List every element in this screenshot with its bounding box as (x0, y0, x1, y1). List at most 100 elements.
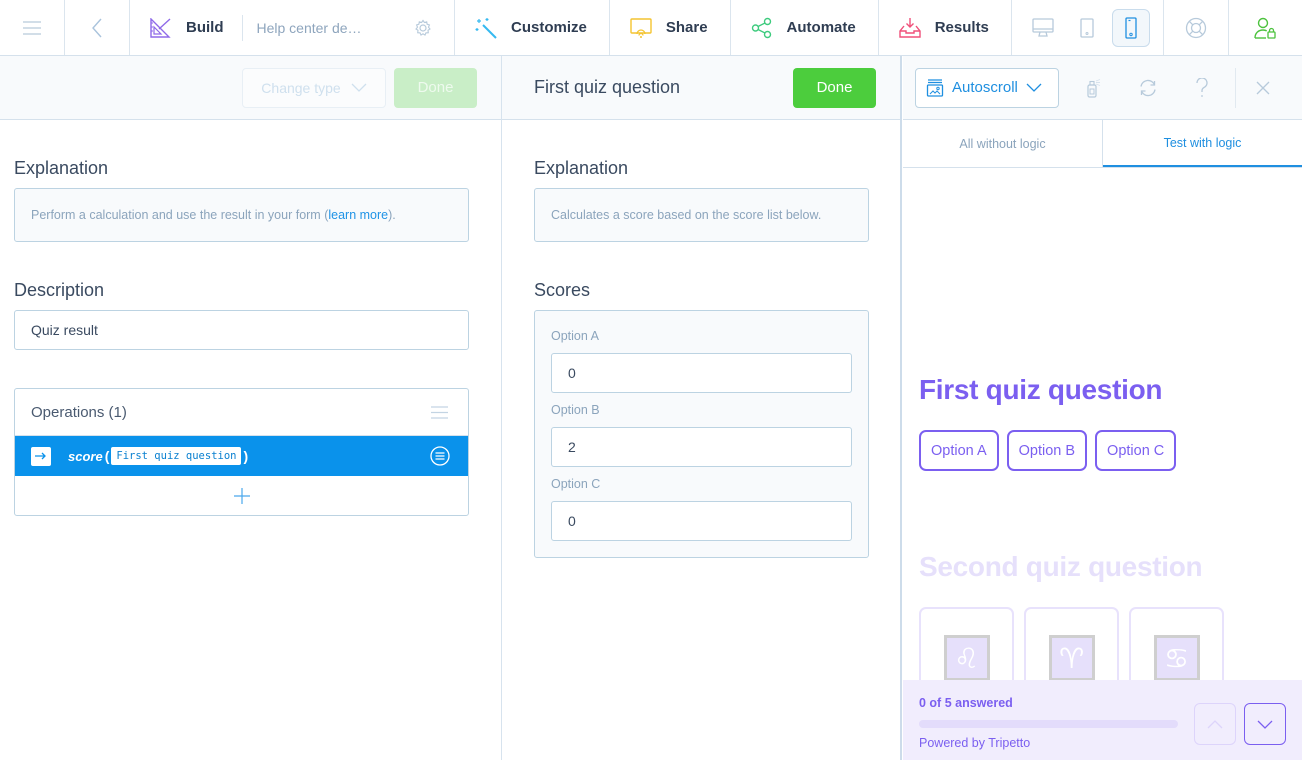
tab-results[interactable]: Results (879, 0, 1012, 55)
close-icon (1256, 81, 1270, 94)
refresh-button[interactable] (1121, 68, 1175, 108)
score-block-panel: First quiz question Done Explanation Cal… (502, 56, 902, 760)
device-phone-button[interactable] (1112, 8, 1151, 47)
hamburger-icon (23, 20, 41, 35)
tab-share-label: Share (665, 19, 708, 36)
operation-argument[interactable]: First quiz question (111, 447, 242, 465)
operation-row[interactable]: score ( First quiz question ) (15, 436, 468, 476)
panel-header: Change type Done (0, 56, 501, 120)
score-input-option-c[interactable]: 0 (551, 501, 852, 541)
back-button[interactable] (65, 0, 130, 55)
tab-test-with-logic[interactable]: Test with logic (1103, 120, 1302, 167)
reset-spray-button[interactable] (1067, 68, 1121, 108)
device-desktop-button[interactable] (1024, 9, 1062, 47)
explanation-text-end: ). (388, 208, 396, 222)
operation-arrow-icon (31, 446, 51, 466)
question-title-inactive: Second quiz question (919, 551, 1203, 582)
spray-can-icon (1087, 78, 1101, 98)
learn-more-link[interactable]: learn more (328, 208, 388, 222)
option-button-a[interactable]: Option A (919, 430, 999, 471)
explanation-box: Calculates a score based on the score li… (534, 188, 869, 242)
inbox-download-icon (899, 17, 921, 38)
powered-by-link[interactable]: Powered by Tripetto (919, 736, 1030, 750)
add-operation-button[interactable] (15, 476, 468, 515)
phone-icon (1125, 16, 1138, 39)
done-button[interactable]: Done (793, 67, 876, 108)
panel-title: First quiz question (534, 77, 681, 97)
progress-bar (919, 720, 1178, 728)
tab-results-label: Results (934, 19, 989, 36)
option-button-b[interactable]: Option B (1006, 430, 1088, 471)
desktop-icon (1032, 17, 1055, 37)
user-lock-icon (1254, 17, 1277, 39)
close-preview-button[interactable] (1236, 68, 1290, 108)
preview-header: Autoscroll (903, 56, 1302, 120)
divider (241, 14, 243, 41)
build-tab-label[interactable]: Build (186, 19, 224, 36)
operations-menu-icon[interactable] (431, 405, 448, 419)
score-input-option-b[interactable]: 2 (551, 427, 852, 467)
explanation-text: Perform a calculation and use the result… (31, 208, 329, 222)
score-label-option-a: Option A (551, 329, 599, 343)
paren-open: ( (104, 448, 110, 464)
done-button-disabled[interactable]: Done (394, 67, 477, 108)
preview-mode-dropdown[interactable]: Autoscroll (915, 67, 1059, 108)
operations-header: Operations (1) (15, 389, 468, 436)
panel-header: First quiz question Done (502, 56, 900, 120)
score-input-option-a[interactable]: 0 (551, 353, 852, 393)
paren-close: ) (243, 448, 249, 464)
refresh-icon (1140, 79, 1156, 96)
chevron-down-icon (1257, 720, 1273, 729)
option-button-c[interactable]: Option C (1095, 430, 1177, 471)
tab-automate[interactable]: Automate (731, 0, 879, 55)
set-square-icon[interactable] (150, 17, 172, 38)
help-button[interactable] (1164, 0, 1229, 55)
chevron-up-icon (1207, 719, 1223, 728)
form-name[interactable]: Help center de… (257, 20, 415, 36)
description-heading: Description (14, 280, 105, 300)
aries-icon: ♈ (1048, 635, 1095, 681)
explanation-heading: Explanation (534, 158, 629, 178)
change-type-label: Change type (261, 79, 341, 96)
chevron-down-icon (1026, 83, 1042, 92)
tab-automate-label: Automate (786, 19, 856, 36)
explanation-heading: Explanation (14, 158, 109, 178)
next-button[interactable] (1244, 703, 1286, 745)
device-switcher (1012, 0, 1164, 55)
score-label-option-c: Option C (551, 477, 601, 491)
share-screen-icon (630, 17, 652, 38)
autoscroll-icon (926, 78, 944, 97)
tablet-icon (1080, 17, 1095, 38)
explanation-box: Perform a calculation and use the result… (14, 188, 469, 242)
tab-all-without-logic[interactable]: All without logic (903, 120, 1103, 167)
operation-function: score (68, 448, 103, 464)
explanation-text: Calculates a score based on the score li… (551, 208, 822, 222)
tab-customize-label: Customize (511, 19, 587, 36)
menu-button[interactable] (0, 0, 65, 55)
operation-menu-icon[interactable] (430, 446, 450, 466)
help-question-button[interactable] (1175, 68, 1229, 108)
change-type-button[interactable]: Change type (242, 67, 386, 108)
previous-button[interactable] (1194, 703, 1236, 745)
preview-panel: Autoscroll All without logic Test with l… (903, 56, 1302, 760)
scores-heading: Scores (534, 280, 591, 300)
leo-icon: ♌ (943, 635, 990, 681)
operations-title: Operations (1) (31, 403, 127, 421)
tab-customize[interactable]: Customize (455, 0, 610, 55)
tab-share[interactable]: Share (610, 0, 731, 55)
plus-icon (233, 487, 250, 504)
account-button[interactable] (1229, 0, 1302, 55)
device-tablet-button[interactable] (1068, 9, 1106, 47)
description-input[interactable]: Quiz result (14, 310, 469, 350)
operations-box: Operations (1) score ( First quiz questi… (14, 388, 469, 516)
progress-text: 0 of 5 answered (919, 696, 1013, 710)
chevron-down-icon (351, 83, 367, 92)
preview-tabs: All without logic Test with logic (903, 120, 1302, 168)
top-navigation: Build Help center de… Customize Share Au… (0, 0, 1302, 56)
gear-icon[interactable] (414, 19, 432, 37)
cancer-icon: ♋ (1153, 635, 1200, 681)
question-mark-icon (1196, 77, 1208, 97)
score-label-option-b: Option B (551, 403, 600, 417)
build-section: Build Help center de… (130, 0, 455, 55)
preview-mode-label: Autoscroll (952, 79, 1018, 96)
